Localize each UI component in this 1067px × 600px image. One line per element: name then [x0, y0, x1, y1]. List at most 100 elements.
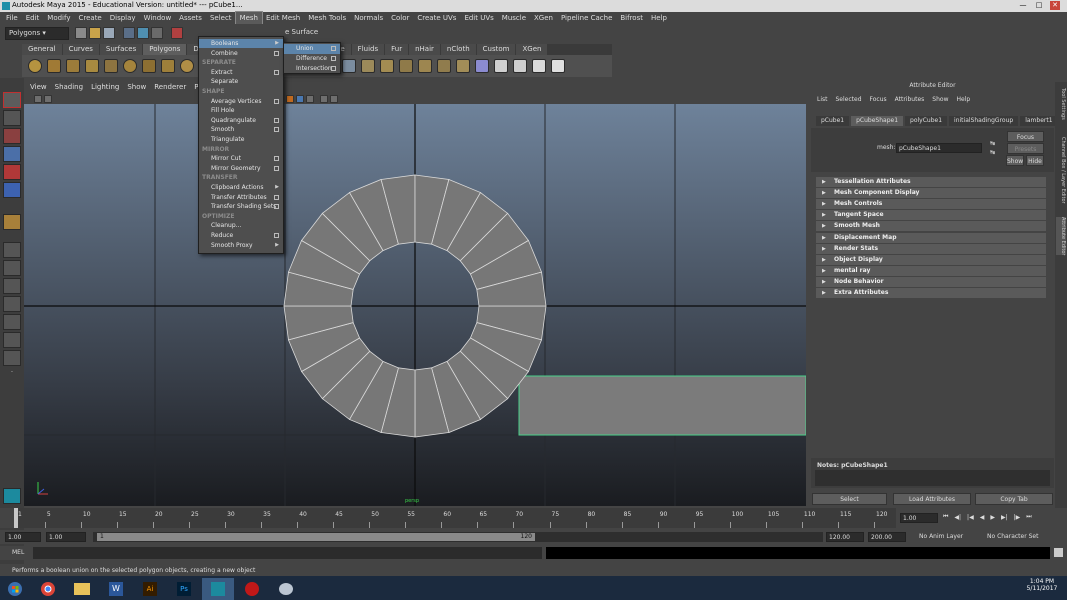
shelf-tab-fluids[interactable]: Fluids: [351, 44, 385, 55]
minimize-icon[interactable]: —: [1018, 1, 1028, 10]
uv-unfold-icon[interactable]: [532, 59, 546, 73]
mesh-menu-triangulate[interactable]: Triangulate: [199, 135, 283, 144]
mcafee-taskbar-icon[interactable]: [236, 578, 268, 600]
hide-button[interactable]: Hide: [1026, 155, 1044, 166]
mode-selector[interactable]: Polygons ▾: [5, 26, 69, 40]
xray-icon[interactable]: [306, 94, 314, 103]
boolean-intersection[interactable]: Intersection: [284, 64, 340, 74]
go-to-start-icon[interactable]: ⏮: [943, 513, 948, 521]
menu-edit[interactable]: Edit: [22, 12, 44, 24]
persp-uv-layout-icon[interactable]: [3, 350, 21, 366]
step-back-frame-icon[interactable]: |◀: [967, 514, 974, 521]
split-icon[interactable]: [418, 59, 432, 73]
insert-loop-icon[interactable]: [437, 59, 451, 73]
poly-pyramid-icon[interactable]: [161, 59, 175, 73]
menu-window[interactable]: Window: [140, 12, 176, 24]
shelf-tab-ncloth[interactable]: nCloth: [440, 44, 476, 55]
close-icon[interactable]: ✕: [1050, 1, 1060, 10]
mel-input[interactable]: [33, 547, 542, 559]
bevel-icon[interactable]: [380, 59, 394, 73]
mesh-menu-combine[interactable]: Combine: [199, 49, 283, 58]
append-icon[interactable]: [399, 59, 413, 73]
play-forwards-icon[interactable]: ▶: [990, 514, 995, 521]
shelf-tab-nhair[interactable]: nHair: [409, 44, 440, 55]
playback-start-field[interactable]: 1.00: [46, 532, 86, 542]
select-object-icon[interactable]: [137, 27, 149, 39]
hypershade-layout-icon[interactable]: [3, 332, 21, 348]
section-smooth-mesh[interactable]: Smooth Mesh: [816, 221, 1046, 232]
maximize-icon[interactable]: □: [1034, 1, 1044, 10]
shelf-tab-surfaces[interactable]: Surfaces: [99, 44, 143, 55]
time-slider[interactable]: 1 5 10 15 20 25 30 35 40 45 50 55 60 65 70 75 80 85 90 95 10…: [0, 508, 1067, 528]
tab-tool-settings[interactable]: Tool Settings: [1056, 88, 1066, 120]
section-extra-attributes[interactable]: Extra Attributes: [816, 288, 1046, 298]
current-time-field[interactable]: 1.00: [900, 513, 938, 523]
menu-bifrost[interactable]: Bifrost: [616, 12, 647, 24]
mesh-menu-cleanup[interactable]: Cleanup...: [199, 221, 283, 230]
mesh-menu-mirror-cut[interactable]: Mirror Cut: [199, 154, 283, 163]
option-box-icon[interactable]: [274, 69, 279, 75]
uv-layout-icon[interactable]: [513, 59, 527, 73]
script-editor-icon[interactable]: [1054, 548, 1063, 557]
poly-cylinder-icon[interactable]: [66, 59, 80, 73]
section-render-stats[interactable]: Render Stats: [816, 243, 1046, 254]
menu-create[interactable]: Create: [74, 12, 105, 24]
section-tangent-space[interactable]: Tangent Space: [816, 210, 1046, 221]
snap-icon[interactable]: [171, 27, 183, 39]
panel-menu-view[interactable]: View: [26, 82, 51, 93]
menu-mesh-tools[interactable]: Mesh Tools: [304, 12, 350, 24]
menu-mesh[interactable]: Mesh: [234, 11, 264, 25]
open-scene-icon[interactable]: [89, 27, 101, 39]
option-box-icon[interactable]: [274, 50, 279, 56]
notes-textarea[interactable]: [815, 470, 1050, 486]
shelf-tab-curves[interactable]: Curves: [62, 44, 99, 55]
boolean-union[interactable]: Union: [284, 44, 340, 54]
maya-taskbar-icon[interactable]: [202, 577, 234, 600]
ae-menu-selected[interactable]: Selected: [832, 95, 866, 105]
option-box-icon[interactable]: [274, 98, 279, 104]
persp-graph-layout-icon[interactable]: [3, 314, 21, 330]
boolean-difference[interactable]: Difference: [284, 54, 340, 64]
menu-display[interactable]: Display: [106, 12, 140, 24]
word-taskbar-icon[interactable]: W: [100, 578, 132, 600]
toolbox-more-icon[interactable]: -: [3, 368, 21, 376]
select-tool-icon[interactable]: [3, 92, 21, 108]
poly-cone-icon[interactable]: [85, 59, 99, 73]
ae-tab-pcube1[interactable]: pCube1: [816, 115, 850, 126]
range-slider[interactable]: 1 120: [93, 532, 823, 542]
shelf-tab-custom[interactable]: Custom: [476, 44, 516, 55]
option-box-icon[interactable]: [274, 127, 279, 133]
section-mental-ray[interactable]: mental ray: [816, 265, 1046, 276]
extrude-icon[interactable]: [342, 59, 356, 73]
select-component-icon[interactable]: [151, 27, 163, 39]
current-frame-marker[interactable]: [14, 508, 18, 528]
mesh-menu-smooth-proxy[interactable]: Smooth Proxy ▶: [199, 241, 283, 250]
section-displacement-map[interactable]: Displacement Map: [816, 232, 1046, 243]
shelf-tab-fur[interactable]: Fur: [385, 44, 409, 55]
isolate-icon[interactable]: [296, 94, 304, 103]
menu-assets[interactable]: Assets: [175, 12, 206, 24]
bookmarks-icon[interactable]: [44, 94, 52, 103]
range-slider-handle[interactable]: 1 120: [97, 533, 535, 541]
wireframe-icon[interactable]: [320, 94, 328, 103]
mesh-menu-reduce[interactable]: Reduce: [199, 231, 283, 240]
menu-xgen[interactable]: XGen: [530, 12, 557, 24]
chrome-taskbar-icon[interactable]: [32, 578, 64, 600]
perspective-viewport[interactable]: persp: [24, 104, 806, 506]
poly-helix-icon[interactable]: [180, 59, 194, 73]
four-pane-layout-icon[interactable]: [3, 260, 21, 276]
tab-channel-box[interactable]: Channel Box / Layer Editor: [1056, 137, 1066, 204]
poly-prism-icon[interactable]: [142, 59, 156, 73]
step-forward-frame-icon[interactable]: ▶|: [1001, 514, 1008, 521]
menu-muscle[interactable]: Muscle: [498, 12, 530, 24]
mesh-menu-clipboard-actions[interactable]: Clipboard Actions ▶: [199, 183, 283, 192]
uv-checker-icon[interactable]: [494, 59, 508, 73]
ae-menu-attributes[interactable]: Attributes: [891, 95, 929, 105]
tab-attribute-editor[interactable]: Attribute Editor: [1056, 217, 1066, 256]
ae-menu-focus[interactable]: Focus: [866, 95, 891, 105]
start-button[interactable]: [0, 578, 30, 600]
rotate-tool-icon[interactable]: [3, 164, 21, 180]
photoshop-taskbar-icon[interactable]: Ps: [168, 578, 200, 600]
ae-menu-list[interactable]: List: [813, 95, 832, 105]
load-attributes-button[interactable]: Load Attributes: [893, 493, 971, 505]
